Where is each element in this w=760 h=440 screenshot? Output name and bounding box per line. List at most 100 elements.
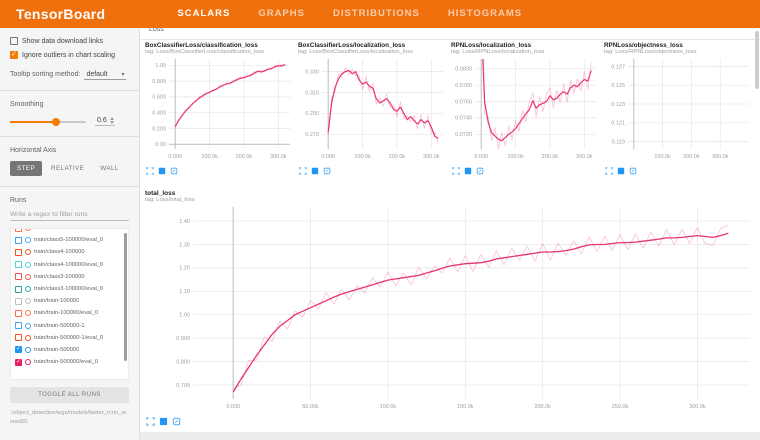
fit-domain-icon[interactable]	[172, 417, 181, 426]
run-row[interactable]: train/train-500000-1/eval_0	[11, 332, 128, 344]
svg-text:0.125: 0.125	[611, 83, 625, 89]
show-download-links-label: Show data download links	[22, 38, 103, 45]
run-row[interactable]: train/train-100000	[11, 295, 128, 307]
run-row[interactable]: train/train-500000-1	[11, 320, 128, 332]
divider	[0, 136, 139, 137]
chart-card-box-localization-loss: BoxClassifierLoss/localization_loss tag:…	[298, 42, 448, 175]
chart-options-icon[interactable]	[158, 167, 166, 175]
svg-text:200.0k: 200.0k	[236, 154, 253, 160]
run-row[interactable]: ✓ train/train-500000	[11, 344, 128, 356]
chart-toolbar	[145, 167, 295, 175]
tab-histograms[interactable]: HISTOGRAMS	[434, 0, 536, 28]
show-download-links-row[interactable]: Show data download links	[10, 37, 129, 45]
run-row[interactable]: train/class4-100000/eval_0	[11, 259, 128, 271]
toggle-all-runs-button[interactable]: TOGGLE ALL RUNS	[10, 387, 129, 403]
axis-step-button[interactable]: STEP	[10, 161, 42, 176]
run-checkbox[interactable]	[15, 249, 22, 256]
expand-chart-icon[interactable]	[146, 167, 154, 175]
run-row[interactable]: train/class5-100000/eval_0	[11, 234, 128, 246]
fit-domain-icon[interactable]	[476, 167, 484, 175]
run-row[interactable]: train/train-100000/eval_0	[11, 307, 128, 319]
run-isolate-icon[interactable]	[25, 298, 31, 304]
run-isolate-icon[interactable]	[25, 237, 31, 243]
run-checkbox[interactable]	[15, 273, 22, 280]
line-chart[interactable]: 0.000.2000.4000.6000.8001.000.000100.0k2…	[145, 56, 295, 160]
stepper-icon[interactable]	[110, 117, 114, 124]
fit-domain-icon[interactable]	[170, 167, 178, 175]
svg-text:0.800: 0.800	[176, 359, 190, 365]
run-row[interactable]: train/class3-100000/eval_0	[11, 283, 128, 295]
horizontal-axis-label: Horizontal Axis	[10, 147, 129, 154]
run-checkbox[interactable]	[15, 228, 22, 232]
tab-graphs[interactable]: GRAPHS	[244, 0, 319, 28]
line-chart[interactable]: 0.7000.8000.9001.001.101.201.301.400.000…	[145, 204, 755, 410]
run-checkbox[interactable]: ✓	[15, 346, 22, 353]
line-chart[interactable]: 0.2700.2900.3100.3300.000100.0k200.0k300…	[298, 56, 448, 160]
svg-text:0.290: 0.290	[305, 111, 319, 117]
run-label: train/train-100000	[34, 298, 79, 304]
run-checkbox[interactable]	[15, 334, 22, 341]
smoothing-label: Smoothing	[10, 101, 129, 108]
tab-distributions[interactable]: DISTRIBUTIONS	[319, 0, 434, 28]
run-checkbox[interactable]	[15, 286, 22, 293]
svg-text:200.0k: 200.0k	[542, 154, 559, 160]
run-label: train/train-500000/eval_0	[34, 359, 98, 365]
expand-chart-icon[interactable]	[146, 417, 155, 426]
expand-chart-icon[interactable]	[605, 167, 613, 175]
slider-thumb[interactable]	[52, 118, 60, 126]
run-row[interactable]: train/class3-100000	[11, 271, 128, 283]
ignore-outliers-row[interactable]: ✓ Ignore outliers in chart scaling	[10, 51, 129, 59]
chart-tag: tag: Loss/RPNLoss/localization_loss	[451, 49, 601, 55]
chart-options-icon[interactable]	[617, 167, 625, 175]
run-isolate-icon[interactable]	[25, 249, 31, 255]
expand-chart-icon[interactable]	[452, 167, 460, 175]
line-chart[interactable]: 0.1190.1210.1230.1250.127100.0k200.0k300…	[604, 56, 754, 160]
run-checkbox[interactable]	[15, 322, 22, 329]
svg-text:0.330: 0.330	[305, 69, 319, 75]
run-checkbox[interactable]	[15, 310, 22, 317]
axis-relative-button[interactable]: RELATIVE	[44, 161, 91, 176]
run-checkbox[interactable]	[15, 261, 22, 268]
run-checkbox[interactable]	[15, 298, 22, 305]
run-isolate-icon[interactable]	[25, 262, 31, 268]
expand-chart-icon[interactable]	[299, 167, 307, 175]
svg-text:0.000: 0.000	[474, 154, 488, 160]
smoothing-slider[interactable]	[10, 121, 86, 123]
run-checkbox[interactable]: ✓	[15, 359, 22, 366]
run-isolate-icon[interactable]	[25, 359, 31, 365]
category-header[interactable]: Loss	[149, 28, 164, 33]
fit-domain-icon[interactable]	[323, 167, 331, 175]
svg-text:1.30: 1.30	[179, 242, 190, 248]
runs-scrollbar[interactable]	[124, 233, 127, 361]
tooltip-sorting-select[interactable]: default ▾	[84, 71, 126, 80]
run-isolate-icon[interactable]	[25, 335, 31, 341]
run-isolate-icon[interactable]	[25, 323, 31, 329]
run-isolate-icon[interactable]	[25, 286, 31, 292]
chart-options-icon[interactable]	[159, 417, 168, 426]
svg-text:300.0k: 300.0k	[689, 404, 706, 410]
tab-scalars[interactable]: SCALARS	[163, 0, 244, 28]
chart-options-icon[interactable]	[464, 167, 472, 175]
run-checkbox[interactable]	[15, 237, 22, 244]
run-row[interactable]: train/class4-100000	[11, 246, 128, 258]
runs-filter-input[interactable]: Write a regex to filter runs	[10, 211, 129, 221]
run-isolate-icon[interactable]	[25, 310, 31, 316]
show-download-links-checkbox[interactable]	[10, 37, 18, 45]
run-label: train/train-500000	[34, 347, 79, 353]
page-scrollbar[interactable]	[755, 31, 759, 89]
fit-domain-icon[interactable]	[629, 167, 637, 175]
ignore-outliers-checkbox[interactable]: ✓	[10, 51, 18, 59]
run-row[interactable]: ✓ train/train-500000/eval_0	[11, 356, 128, 368]
run-isolate-icon[interactable]	[25, 228, 31, 231]
app-header: TensorBoard SCALARS GRAPHS DISTRIBUTIONS…	[0, 0, 760, 28]
chart-tag: tag: Loss/BoxClassifierLoss/localization…	[298, 49, 448, 55]
svg-text:1.40: 1.40	[179, 219, 190, 225]
smoothing-value-input[interactable]: 0.6	[95, 117, 115, 126]
chart-options-icon[interactable]	[311, 167, 319, 175]
run-isolate-icon[interactable]	[25, 347, 31, 353]
line-chart[interactable]: 0.07200.07400.07600.07800.08000.000100.0…	[451, 56, 601, 160]
run-isolate-icon[interactable]	[25, 274, 31, 280]
svg-text:100.0k: 100.0k	[507, 154, 524, 160]
svg-text:1.00: 1.00	[179, 313, 190, 319]
axis-wall-button[interactable]: WALL	[93, 161, 126, 176]
